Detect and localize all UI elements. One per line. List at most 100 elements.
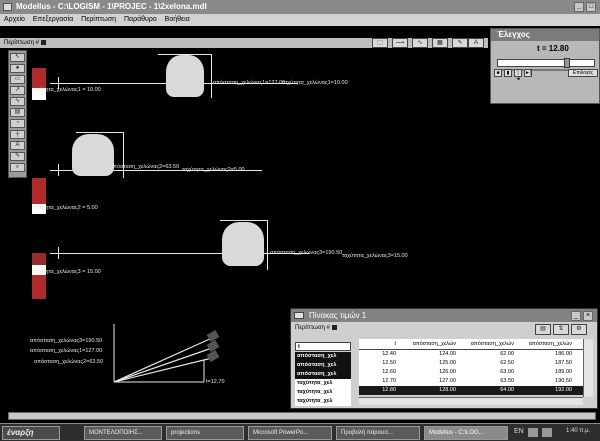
time-slider-thumb[interactable] xyxy=(564,58,570,68)
cell-distance2: 63.50 xyxy=(500,378,514,384)
var-list-item[interactable]: t xyxy=(295,342,351,351)
table-options-icon[interactable]: ⚙ xyxy=(571,324,587,335)
var-list-item[interactable]: απόσταση_χελ xyxy=(295,361,351,370)
particle-tool-icon[interactable]: ● xyxy=(10,64,25,73)
select-tool-icon[interactable]: ↖ xyxy=(10,53,25,62)
left-toolbar: ↖ ● ▭ ↗ ∿ ▤ ◔ ┼ A ✎ ⌕ xyxy=(8,50,27,178)
taskbar-item-active[interactable]: Modellus - C:\LOG... xyxy=(424,426,508,440)
table-window-icon xyxy=(294,312,304,319)
menu-case[interactable]: Περίπτωση xyxy=(81,16,116,23)
step-back-button[interactable]: |◄ xyxy=(514,69,522,82)
table-case-label: Περίπτωση # xyxy=(295,325,337,331)
options-button[interactable]: Επιλογές xyxy=(568,69,598,77)
turtle3-sprite-icon[interactable] xyxy=(222,222,264,266)
turtle2-sprite-icon[interactable] xyxy=(72,134,114,176)
graph-line-turtle3 xyxy=(113,337,213,383)
time-slider-track[interactable] xyxy=(497,58,595,68)
turtle3-position-label: απόσταση_χελώνας3=190.50 xyxy=(270,250,343,256)
turtle1-sprite-icon[interactable] xyxy=(166,55,204,97)
var-list-item[interactable]: ταχύτητα_χελ xyxy=(295,388,351,397)
text-tool-icon[interactable]: A xyxy=(10,141,25,150)
maximize-button[interactable]: □ xyxy=(586,2,596,12)
cell-distance1: 127.00 xyxy=(439,378,456,384)
control-title: Έλεγχος xyxy=(491,29,599,41)
cell-t: 12.40 xyxy=(382,351,396,357)
menu-edit[interactable]: Επεξεργασία xyxy=(33,16,73,23)
tool-table-icon[interactable]: ▦ xyxy=(432,38,448,48)
speed-bar-1-fill xyxy=(32,68,46,88)
menu-window[interactable]: Παράθυρο xyxy=(124,16,157,23)
table-paste-icon[interactable]: ⇅ xyxy=(553,324,569,335)
table-header-row: t απόσταση_χελών απόσταση_χελών απόσταση… xyxy=(359,339,583,350)
taskbar-item[interactable]: Microsoft PowerPo... xyxy=(248,426,332,440)
column-header-distance2: απόσταση_χελών xyxy=(470,341,514,347)
tray-volume-icon[interactable] xyxy=(542,428,552,437)
cell-distance2: 64.00 xyxy=(500,387,514,393)
image-tool-icon[interactable]: ▭ xyxy=(10,75,25,84)
graph-marker-turtle2 xyxy=(206,350,220,362)
graph-tool-icon[interactable]: ∿ xyxy=(10,97,25,106)
turtle1-velocity-label: ταχύτητα_χελώνας1=10.00 xyxy=(282,80,348,86)
menu-bar: Αρχείο Επεξεργασία Περίπτωση Παράθυρο Βο… xyxy=(0,14,600,26)
turtle2-position-label: απόσταση_χελώνας2=63.50 xyxy=(110,164,180,170)
tool-pen-icon[interactable]: ✎ xyxy=(452,38,468,48)
graph-line-turtle1 xyxy=(113,347,213,383)
column-header-distance1: απόσταση_χελών xyxy=(412,341,456,347)
cell-t: 12.60 xyxy=(382,369,396,375)
table-close-button[interactable]: × xyxy=(583,311,593,321)
table-window: Πίνακας τιμών 1 _ × Περίπτωση # ▤ ⇅ ⚙ t … xyxy=(290,308,598,409)
vector-tool-icon[interactable]: ↗ xyxy=(10,86,25,95)
pen-tool-icon[interactable]: ✎ xyxy=(10,152,25,161)
taskbar-item[interactable]: projections xyxy=(166,426,244,440)
var-list-item[interactable]: ταχύτητα_χελ xyxy=(295,397,351,406)
table-row: 12.70 127.00 63.50 190.50 xyxy=(359,377,583,386)
cell-distance1: 126.00 xyxy=(439,369,456,375)
cell-t: 12.50 xyxy=(382,360,396,366)
step-forward-button[interactable]: ►| xyxy=(524,69,532,77)
language-indicator[interactable]: EN xyxy=(514,428,524,435)
table-vertical-scrollbar[interactable] xyxy=(583,339,593,397)
ruler-tool-icon[interactable]: ┼ xyxy=(10,130,25,139)
cell-distance3: 187.50 xyxy=(555,360,572,366)
pause-button[interactable]: ▮ xyxy=(504,69,512,77)
cell-distance1: 128.00 xyxy=(439,387,456,393)
tool-text-icon[interactable]: A xyxy=(468,38,484,48)
zoom-tool-icon[interactable]: ⌕ xyxy=(10,163,25,172)
case-color-swatch[interactable] xyxy=(40,39,46,45)
taskbar-item[interactable]: ΜΟΝΤΕΛΟΠΟΙΗΣ... xyxy=(84,426,162,440)
table-title: Πίνακας τιμών 1 xyxy=(291,309,597,322)
start-button[interactable]: έναρξη xyxy=(2,426,60,440)
turtle2-speed-label: ταχύτητα_χελώνας2 = 5.00 xyxy=(32,205,98,211)
table-row: 12.40 124.00 62.00 186.00 xyxy=(359,350,583,359)
turtle3-origin-tick xyxy=(58,247,59,259)
var-list-item[interactable]: απόσταση_χελ xyxy=(295,352,351,361)
cell-distance3: 192.00 xyxy=(555,387,572,393)
time-readout: t = 12.80 xyxy=(537,44,569,53)
cell-t: 12.70 xyxy=(382,378,396,384)
main-horizontal-scrollbar[interactable] xyxy=(8,412,596,420)
graph-label-distance3: απόσταση_χελώνας3=190.50 xyxy=(30,338,103,344)
window-title-bar: Modellus - C:\LOGISM - 1\PROJEC - 1\2xel… xyxy=(0,0,600,14)
column-header-distance3: απόσταση_χελών xyxy=(528,341,572,347)
var-list-item[interactable]: απόσταση_χελ xyxy=(295,370,351,379)
window-title: Modellus - C:\LOGISM - 1\PROJEC - 1\2xel… xyxy=(16,2,207,11)
taskbar-item[interactable]: Προβολή παρουσ... xyxy=(336,426,420,440)
meter-tool-icon[interactable]: ◔ xyxy=(10,119,25,128)
tool-graph-icon[interactable]: ∿ xyxy=(412,38,428,48)
table-copy-icon[interactable]: ▤ xyxy=(535,324,551,335)
menu-help[interactable]: Βοήθεια xyxy=(165,16,190,23)
table-horizontal-scrollbar[interactable] xyxy=(359,397,583,405)
turtle1-speed-label: ταχύτητα_χελώνας1 = 10.00 xyxy=(32,87,101,93)
tray-network-icon[interactable] xyxy=(528,428,538,437)
taskbar: έναρξη ΜΟΝΤΕΛΟΠΟΙΗΣ... projections Micro… xyxy=(0,423,600,441)
table-minimize-button[interactable]: _ xyxy=(571,311,581,321)
var-list-item[interactable]: ταχύτητα_χελ xyxy=(295,379,351,388)
level-tool-icon[interactable]: ▤ xyxy=(10,108,25,117)
minimize-button[interactable]: _ xyxy=(574,2,584,12)
cell-distance2: 62.50 xyxy=(500,360,514,366)
menu-file[interactable]: Αρχείο xyxy=(4,16,25,23)
cell-distance1: 125.00 xyxy=(439,360,456,366)
stop-button[interactable]: ■ xyxy=(494,69,502,77)
tool-line-icon[interactable]: ⟶ xyxy=(392,38,408,48)
tool-vector-icon[interactable]: ⬚ xyxy=(372,38,388,48)
